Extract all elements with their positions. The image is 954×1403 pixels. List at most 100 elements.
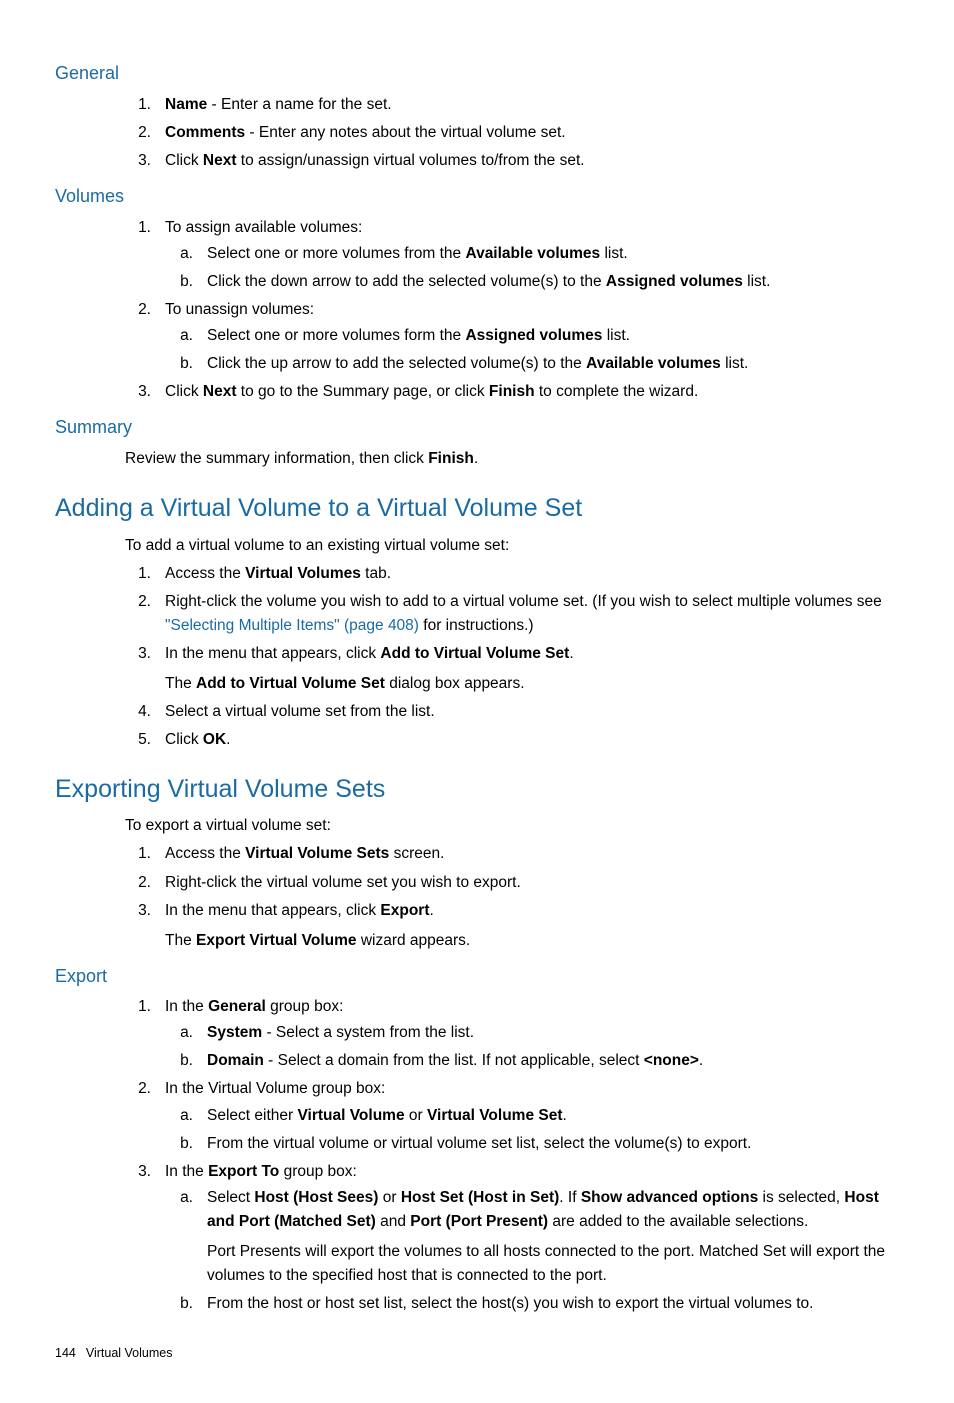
list-item: 1. Name - Enter a name for the set. <box>123 93 899 117</box>
bold-text: Export Virtual Volume <box>196 932 357 949</box>
text: tab. <box>361 565 391 582</box>
bold-text: Name <box>165 96 207 113</box>
text: . <box>699 1052 703 1069</box>
list-item: 4. Select a virtual volume set from the … <box>123 700 899 724</box>
list-marker: 3. <box>123 380 151 404</box>
bold-text: Next <box>203 383 237 400</box>
text: . <box>563 1107 567 1124</box>
list-item: 1. To assign available volumes: a. Selec… <box>123 216 899 294</box>
text: Access the <box>165 845 245 862</box>
list-item: b. From the virtual volume or virtual vo… <box>165 1132 899 1156</box>
list-marker: 2. <box>123 121 151 145</box>
list-item: 3. Click Next to assign/unassign virtual… <box>123 149 899 173</box>
page-footer: 144Virtual Volumes <box>55 1344 899 1363</box>
list-marker: 1. <box>123 562 151 586</box>
paragraph: The Add to Virtual Volume Set dialog box… <box>165 672 899 696</box>
text: In the <box>165 1163 208 1180</box>
list-marker: 4. <box>123 700 151 724</box>
text: group box: <box>279 1163 357 1180</box>
list-item: 3. In the menu that appears, click Expor… <box>123 899 899 953</box>
general-list: 1. Name - Enter a name for the set. 2. C… <box>123 93 899 173</box>
list-marker: b. <box>165 1292 193 1316</box>
heading-volumes: Volumes <box>55 183 899 211</box>
list-marker: 3. <box>123 149 151 173</box>
bold-text: <none> <box>644 1052 699 1069</box>
text: - Select a system from the list. <box>262 1024 474 1041</box>
list-item: a. System - Select a system from the lis… <box>165 1021 899 1045</box>
text: Click <box>165 152 203 169</box>
bold-text: Host (Host Sees) <box>254 1189 378 1206</box>
list-marker: 1. <box>123 93 151 117</box>
text: wizard appears. <box>357 932 471 949</box>
text: . <box>569 645 573 662</box>
bold-text: Virtual Volume Sets <box>245 845 389 862</box>
list-marker: 5. <box>123 728 151 752</box>
list-marker: a. <box>165 242 193 266</box>
paragraph: Port Presents will export the volumes to… <box>207 1240 899 1288</box>
list-item: 1. In the General group box: a. System -… <box>123 995 899 1073</box>
bold-text: Available volumes <box>586 355 721 372</box>
text: . If <box>559 1189 581 1206</box>
bold-text: Finish <box>489 383 535 400</box>
sublist: a. Select one or more volumes from the A… <box>165 242 899 294</box>
paragraph: To add a virtual volume to an existing v… <box>125 534 899 558</box>
text: Select a virtual volume set from the lis… <box>165 703 435 720</box>
text: From the host or host set list, select t… <box>207 1295 813 1312</box>
text: From the virtual volume or virtual volum… <box>207 1135 751 1152</box>
list-item: 2. To unassign volumes: a. Select one or… <box>123 298 899 376</box>
exporting-list: 1. Access the Virtual Volume Sets screen… <box>123 842 899 952</box>
text: or <box>378 1189 400 1206</box>
bold-text: Finish <box>428 450 474 467</box>
bold-text: Assigned volumes <box>606 273 743 290</box>
list-item: b. From the host or host set list, selec… <box>165 1292 899 1316</box>
bold-text: Domain <box>207 1052 264 1069</box>
text: . <box>474 450 478 467</box>
text: To assign available volumes: <box>165 219 362 236</box>
list-item: b. Click the down arrow to add the selec… <box>165 270 899 294</box>
bold-text: Export To <box>208 1163 279 1180</box>
list-item: 3. In the Export To group box: a. Select… <box>123 1160 899 1316</box>
list-item: 1. Access the Virtual Volumes tab. <box>123 562 899 586</box>
list-item: a. Select one or more volumes from the A… <box>165 242 899 266</box>
bold-text: Show advanced options <box>581 1189 758 1206</box>
sublist: a. Select either Virtual Volume or Virtu… <box>165 1104 899 1156</box>
link-selecting-multiple-items[interactable]: "Selecting Multiple Items" (page 408) <box>165 617 419 634</box>
list-item: 2. Right-click the volume you wish to ad… <box>123 590 899 638</box>
text: - Select a domain from the list. If not … <box>264 1052 644 1069</box>
text: Select either <box>207 1107 297 1124</box>
export-list: 1. In the General group box: a. System -… <box>123 995 899 1315</box>
text: is selected, <box>758 1189 844 1206</box>
text: Click the up arrow to add the selected v… <box>207 355 586 372</box>
bold-text: Add to Virtual Volume Set <box>380 645 569 662</box>
heading-exporting: Exporting Virtual Volume Sets <box>55 770 899 809</box>
list-marker: 2. <box>123 298 151 322</box>
list-item: 5. Click OK. <box>123 728 899 752</box>
list-marker: 1. <box>123 995 151 1019</box>
list-marker: a. <box>165 324 193 348</box>
text: list. <box>721 355 749 372</box>
list-marker: b. <box>165 1132 193 1156</box>
text: list. <box>602 327 630 344</box>
footer-section: Virtual Volumes <box>86 1346 173 1360</box>
text: In the Virtual Volume group box: <box>165 1080 385 1097</box>
list-marker: b. <box>165 1049 193 1073</box>
list-item: 2. Right-click the virtual volume set yo… <box>123 871 899 895</box>
text: Access the <box>165 565 245 582</box>
sublist: a. Select Host (Host Sees) or Host Set (… <box>165 1186 899 1316</box>
paragraph: Review the summary information, then cli… <box>125 447 899 471</box>
list-item: a. Select Host (Host Sees) or Host Set (… <box>165 1186 899 1288</box>
list-marker: 2. <box>123 1077 151 1101</box>
bold-text: Available volumes <box>465 245 600 262</box>
heading-summary: Summary <box>55 414 899 442</box>
paragraph: The Export Virtual Volume wizard appears… <box>165 929 899 953</box>
list-marker: 1. <box>123 216 151 240</box>
list-marker: 3. <box>123 899 151 923</box>
text: Review the summary information, then cli… <box>125 450 428 467</box>
text: In the menu that appears, click <box>165 645 380 662</box>
text: Click <box>165 383 203 400</box>
list-marker: 3. <box>123 1160 151 1184</box>
list-item: 2. In the Virtual Volume group box: a. S… <box>123 1077 899 1155</box>
text: list. <box>600 245 628 262</box>
text: dialog box appears. <box>385 675 525 692</box>
list-item: a. Select either Virtual Volume or Virtu… <box>165 1104 899 1128</box>
